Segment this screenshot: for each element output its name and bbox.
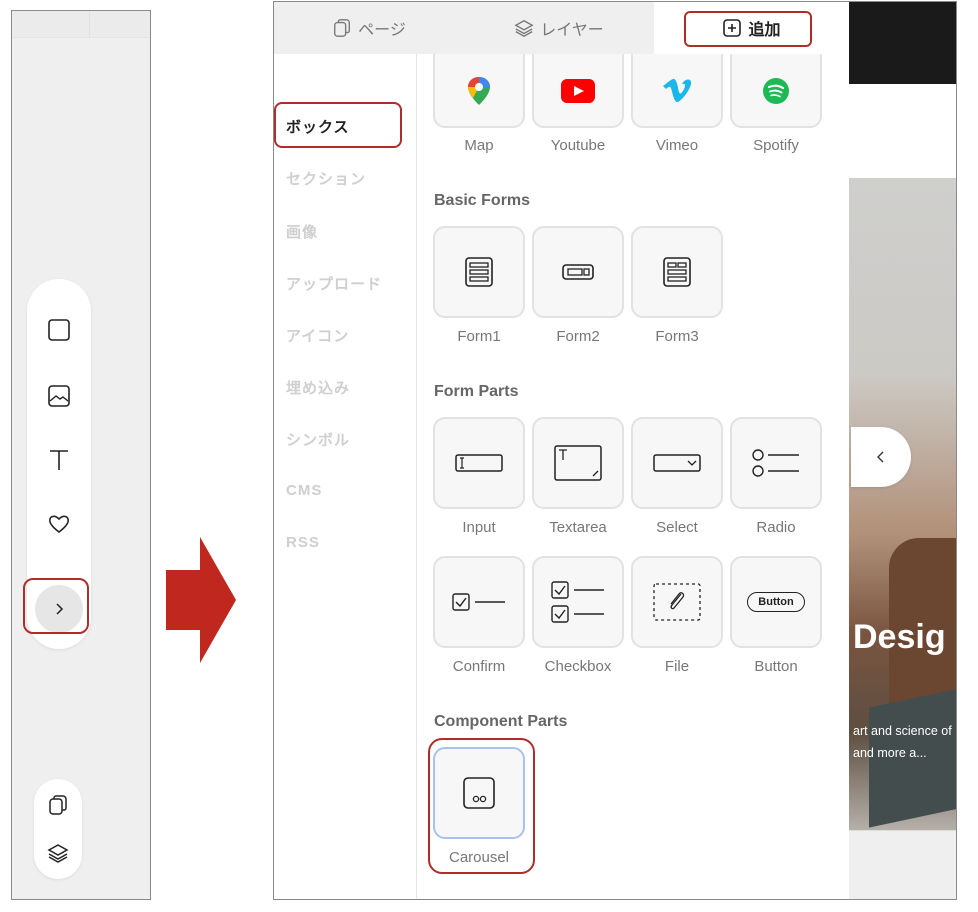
select-dropdown-icon [653,454,701,472]
textarea-icon [554,445,602,481]
radio-label: Radio [756,519,796,536]
map-tile[interactable] [433,54,525,128]
textarea-label: Textarea [549,519,607,536]
category-upload[interactable]: アップロード [286,273,382,294]
category-image[interactable]: 画像 [286,221,318,242]
radio-icon [752,449,799,477]
top-strip [12,11,150,38]
preview-description: art and science of and more a... [853,720,952,764]
form1-icon [465,257,493,287]
tab-pages-label: ページ [358,22,406,39]
youtube-label: Youtube [550,137,606,154]
box-category-highlight [274,102,402,148]
category-rss[interactable]: RSS [286,534,320,551]
select-tile[interactable] [631,417,723,509]
form3-icon [663,257,691,287]
spotify-icon [763,78,789,104]
expand-button-highlight [23,578,89,634]
vimeo-tile[interactable] [631,54,723,128]
vimeo-icon [663,78,692,102]
file-label: File [664,658,690,675]
confirm-label: Confirm [452,658,506,675]
panel-tabs: ページ レイヤー 追加 [274,2,849,54]
tab-layers-label: レイヤー [540,22,604,39]
pages-icon [334,19,351,37]
add-panel: ページ レイヤー 追加 ボックス セクション 画像 アップロード アイコン 埋め… [273,1,957,900]
preview-white-band [849,84,956,178]
heart-icon[interactable] [44,509,74,539]
category-embed[interactable]: 埋め込み [286,377,350,398]
add-tab-highlight [684,11,812,47]
form1-label: Form1 [457,328,501,345]
input-label: Input [462,519,496,536]
vimeo-label: Vimeo [655,137,699,154]
collapsed-toolbar-panel [11,10,151,900]
layers-icon[interactable] [46,841,70,865]
image-icon[interactable] [44,381,74,411]
tab-pages[interactable]: ページ [274,2,464,54]
category-list: ボックス セクション 画像 アップロード アイコン 埋め込み シンボル CMS … [274,54,417,899]
form2-label: Form2 [556,328,600,345]
preview-text-line2: and more a... [853,746,927,760]
button-label: Button [754,658,798,675]
youtube-tile[interactable] [532,54,624,128]
checkbox-label: Checkbox [544,658,612,675]
form3-label: Form3 [655,328,699,345]
form-parts-title: Form Parts [434,383,519,400]
category-section[interactable]: セクション [286,168,366,189]
input-field-icon [455,454,503,472]
preview-bottom [849,830,956,899]
layers-icon [514,19,534,37]
map-pin-icon [468,77,490,105]
preview-dark-header [849,2,956,84]
spotify-tile[interactable] [730,54,822,128]
tab-layers[interactable]: レイヤー [464,2,654,54]
file-tile[interactable] [631,556,723,648]
youtube-icon [561,79,595,103]
canvas-preview: Desig art and science of and more a... [849,2,956,899]
radio-tile[interactable] [730,417,822,509]
select-label: Select [656,519,698,536]
carousel-highlight [428,738,535,874]
spotify-label: Spotify [753,137,799,154]
map-label: Map [464,137,494,154]
preview-text-line1: art and science of [853,724,952,738]
checkbox-list-icon [551,581,604,623]
category-icon[interactable]: アイコン [286,325,349,346]
checkbox-tile[interactable] [532,556,624,648]
button-tile[interactable]: Button [730,556,822,648]
input-tile[interactable] [433,417,525,509]
file-attach-icon [653,583,701,621]
carousel-prev-button[interactable] [851,427,911,487]
basic-forms-title: Basic Forms [434,192,531,209]
page-layer-pill [34,779,82,879]
confirm-tile[interactable] [433,556,525,648]
square-box-icon[interactable] [44,315,74,345]
category-symbol[interactable]: シンボル [286,429,350,450]
form3-tile[interactable] [631,226,723,318]
chevron-left-icon [877,451,884,463]
pages-icon[interactable] [46,793,70,817]
component-parts-title: Component Parts [434,713,568,730]
confirm-checkbox-icon [452,593,505,611]
element-library: Map Youtube Vimeo Spotify Basic Forms Fo… [417,54,849,899]
transition-arrow [166,537,236,663]
form2-tile[interactable] [532,226,624,318]
category-cms[interactable]: CMS [286,482,322,499]
text-icon[interactable] [44,445,74,475]
preview-heading: Desig [853,618,946,656]
form2-icon [562,264,594,280]
form1-tile[interactable] [433,226,525,318]
textarea-tile[interactable] [532,417,624,509]
button-preview-icon: Button [747,592,805,612]
